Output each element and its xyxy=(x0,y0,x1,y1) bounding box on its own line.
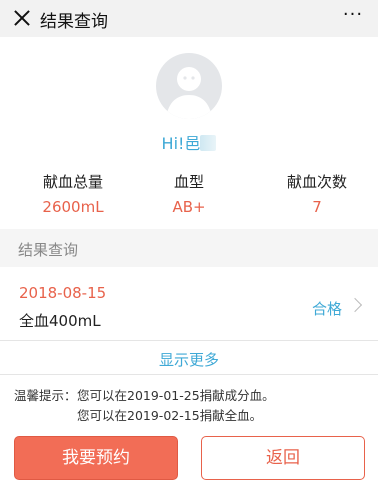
redacted-name xyxy=(200,135,217,151)
record-status: 合格 xyxy=(311,300,342,318)
divider xyxy=(0,374,378,375)
tip-label: 温馨提示： xyxy=(14,388,77,403)
record-date: 2018-08-15 xyxy=(19,284,107,302)
stat-label: 献血总量 xyxy=(42,173,103,191)
result-record[interactable]: 2018-08-15 全血400mL 合格 xyxy=(0,267,378,341)
chevron-right-icon xyxy=(347,297,363,313)
user-greeting: Hi!邑 xyxy=(0,130,378,154)
show-more-link[interactable]: 显示更多 xyxy=(0,349,378,370)
record-type: 全血400mL xyxy=(19,312,101,330)
section-header: 结果查询 xyxy=(0,229,378,267)
stat-value: 7 xyxy=(312,198,322,216)
stat-blood-type: 血型 AB+ xyxy=(126,171,252,216)
stat-label: 献血次数 xyxy=(286,173,347,191)
stat-total-volume: 献血总量 2600mL xyxy=(10,171,136,216)
tip-line-whole-blood: 您可以在2019-02-15捐献全血。 xyxy=(77,408,263,423)
close-icon[interactable] xyxy=(12,8,32,28)
top-bar: 结果查询 ··· xyxy=(0,0,378,37)
stat-donation-count: 献血次数 7 xyxy=(254,171,378,216)
stat-label: 血型 xyxy=(173,173,204,191)
more-options-icon[interactable]: ··· xyxy=(342,6,364,26)
tip-line-component: 您可以在2019-01-25捐献成分血。 xyxy=(77,388,275,403)
back-button[interactable]: 返回 xyxy=(201,436,365,480)
section-title: 结果查询 xyxy=(18,241,79,259)
default-user-icon xyxy=(166,67,212,119)
stat-value: 2600mL xyxy=(42,198,104,216)
greeting-text: Hi!邑 xyxy=(161,134,201,153)
stat-value: AB+ xyxy=(172,198,206,216)
book-appointment-button[interactable]: 我要预约 xyxy=(14,436,178,480)
avatar xyxy=(156,53,222,119)
page-title: 结果查询 xyxy=(40,12,108,32)
